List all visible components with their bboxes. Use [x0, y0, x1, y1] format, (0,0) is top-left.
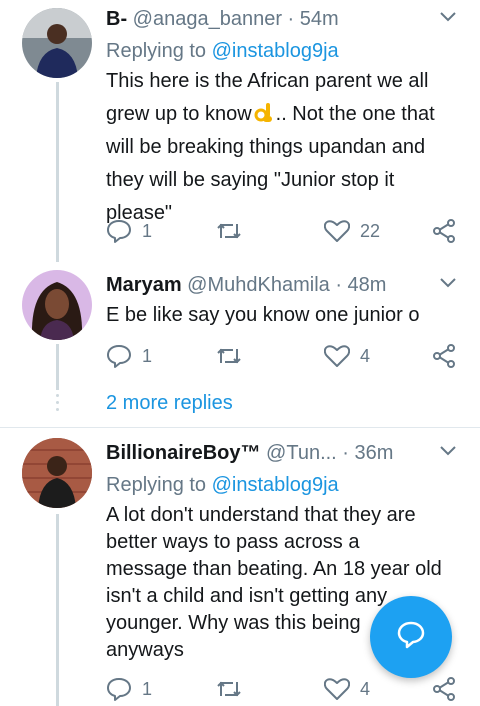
- reply-button[interactable]: 1: [106, 674, 152, 704]
- tweet-header: BillionaireBoy™ @Tun... · 36m: [106, 440, 393, 466]
- tweet-text: This here is the African parent we all g…: [106, 68, 466, 233]
- retweet-icon: [216, 345, 242, 367]
- reply-icon: [106, 219, 132, 243]
- retweet-button[interactable]: [216, 674, 242, 704]
- avatar[interactable]: [22, 438, 92, 508]
- like-button[interactable]: 22: [324, 216, 380, 246]
- replying-to-link[interactable]: @instablog9ja: [212, 40, 339, 62]
- retweet-icon: [216, 220, 242, 242]
- like-icon: [324, 219, 350, 243]
- tweet-header: B- @anaga_banner · 54m: [106, 6, 339, 32]
- avatar[interactable]: [22, 8, 92, 78]
- tweet-1[interactable]: B- @anaga_banner · 54m Replying to @inst…: [0, 0, 480, 262]
- replying-to: Replying to @instablog9ja: [106, 38, 339, 64]
- tweet-text-line-2: grew up to know .. Not the one that: [106, 101, 466, 134]
- separator: ·: [282, 8, 300, 30]
- replying-prefix: Replying to: [106, 474, 212, 496]
- tweet-text-segment: grew up to know: [106, 103, 252, 125]
- tweet-header: Maryam @MuhdKhamila · 48m: [106, 272, 386, 298]
- ok-hand-emoji: [254, 101, 274, 130]
- tweet-2[interactable]: Maryam @MuhdKhamila · 48m E be like say …: [0, 262, 480, 427]
- tweet-text-segment: .. Not the one that: [275, 103, 435, 125]
- share-icon: [432, 677, 456, 701]
- tweet-actions: 1 4: [106, 341, 466, 371]
- timestamp[interactable]: 36m: [355, 442, 394, 464]
- tweet-text-line: they will be saying "Junior stop it: [106, 169, 395, 191]
- reply-icon: [106, 677, 132, 701]
- reply-count: 1: [142, 345, 153, 366]
- reply-button[interactable]: 1: [106, 216, 152, 246]
- reply-icon: [106, 344, 132, 368]
- avatar[interactable]: [22, 270, 92, 340]
- compose-reply-icon: [396, 620, 426, 655]
- reply-count: 1: [142, 678, 153, 699]
- display-name[interactable]: BillionaireBoy™: [106, 442, 260, 464]
- tweet-text-line: will be breaking things upandan and: [106, 136, 426, 158]
- separator: ·: [329, 274, 348, 296]
- like-icon: [324, 344, 350, 368]
- separator: ·: [336, 442, 355, 464]
- like-count: 4: [360, 345, 371, 366]
- share-icon: [432, 344, 456, 368]
- timestamp[interactable]: 54m: [300, 8, 339, 30]
- like-button[interactable]: 4: [324, 674, 370, 704]
- timestamp[interactable]: 48m: [348, 274, 387, 296]
- tweet-actions: 1 4: [106, 674, 466, 704]
- share-button[interactable]: [432, 341, 456, 371]
- share-button[interactable]: [432, 674, 456, 704]
- thread-line: [56, 82, 59, 262]
- like-count: 4: [360, 678, 371, 699]
- caret-down-icon[interactable]: [438, 10, 458, 29]
- replying-to: Replying to @instablog9ja: [106, 472, 339, 498]
- user-handle[interactable]: @MuhdKhamila: [187, 274, 330, 296]
- more-replies-link[interactable]: 2 more replies: [106, 392, 233, 415]
- share-icon: [432, 219, 456, 243]
- reply-count: 1: [142, 220, 153, 241]
- replying-prefix: Replying to: [106, 40, 212, 62]
- display-name[interactable]: B-: [106, 8, 127, 30]
- like-icon: [324, 677, 350, 701]
- display-name[interactable]: Maryam: [106, 274, 182, 296]
- compose-reply-button[interactable]: [370, 596, 452, 678]
- like-button[interactable]: 4: [324, 341, 370, 371]
- thread-line: [56, 514, 59, 706]
- tweet-text-line: better ways to pass across a: [106, 531, 360, 553]
- caret-down-icon[interactable]: [438, 444, 458, 463]
- tweet-text-line: message than beating. An 18 year old: [106, 558, 442, 580]
- like-count: 22: [360, 220, 381, 241]
- thread-dots: [56, 394, 59, 415]
- caret-down-icon[interactable]: [438, 276, 458, 295]
- tweet-text-line: This here is the African parent we all: [106, 70, 429, 92]
- user-handle[interactable]: @Tun...: [266, 442, 337, 464]
- thread-line: [56, 344, 59, 390]
- tweet-text-line: A lot don't understand that they are: [106, 504, 416, 526]
- tweet-text: E be like say you know one junior o: [106, 304, 420, 326]
- retweet-button[interactable]: [216, 216, 242, 246]
- tweet-actions: 1 22: [106, 216, 466, 246]
- retweet-icon: [216, 678, 242, 700]
- share-button[interactable]: [432, 216, 456, 246]
- replying-to-link[interactable]: @instablog9ja: [212, 474, 339, 496]
- user-handle[interactable]: @anaga_banner: [133, 8, 282, 30]
- reply-button[interactable]: 1: [106, 341, 152, 371]
- retweet-button[interactable]: [216, 341, 242, 371]
